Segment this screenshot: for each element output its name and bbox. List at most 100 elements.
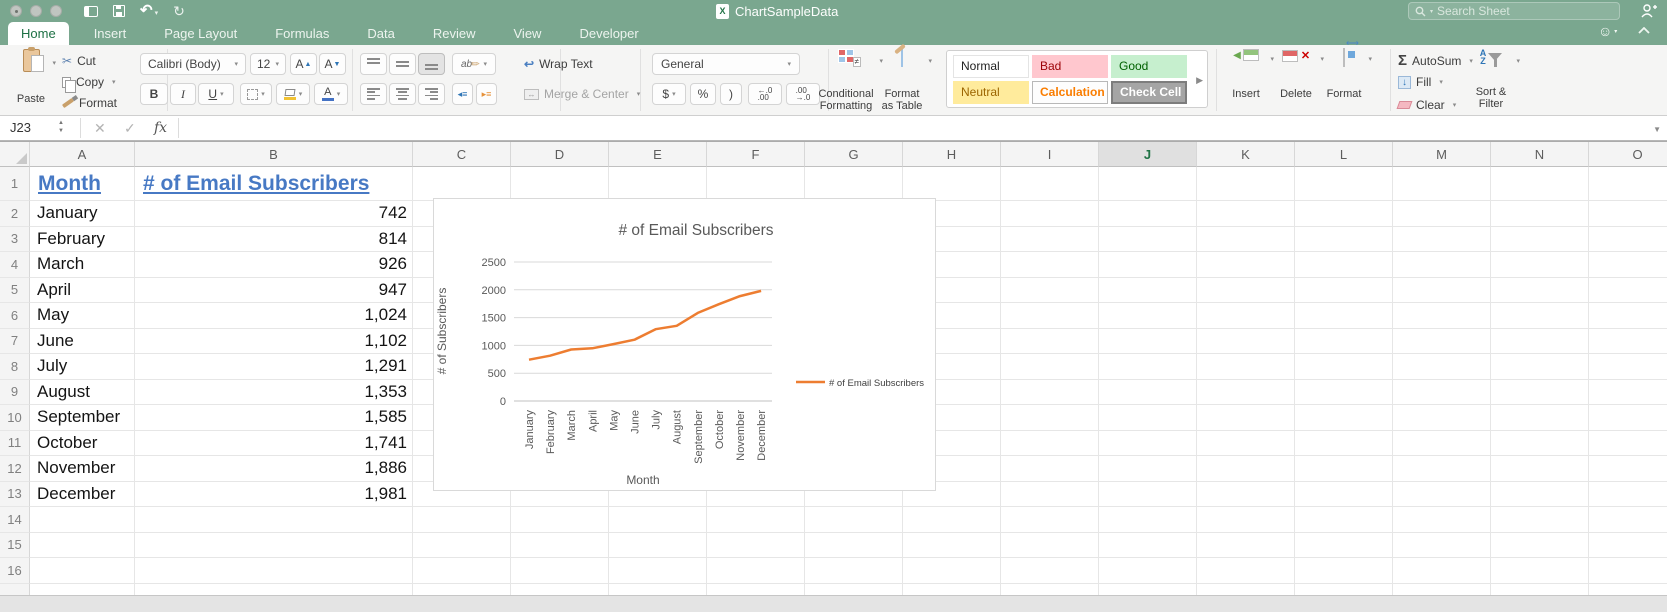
cell-K10[interactable] bbox=[1197, 405, 1295, 431]
cell-L10[interactable] bbox=[1295, 405, 1393, 431]
cell-F1[interactable] bbox=[707, 167, 805, 201]
row-header-3[interactable]: 3 bbox=[0, 226, 30, 252]
cell-A11[interactable]: October bbox=[30, 430, 135, 456]
fill-button[interactable]: ↓ Fill ▾ bbox=[1398, 75, 1443, 89]
format-painter-button[interactable]: Format bbox=[61, 96, 117, 110]
cell-B15[interactable] bbox=[135, 532, 413, 558]
tab-data[interactable]: Data bbox=[354, 22, 407, 45]
cell-O17[interactable] bbox=[1589, 583, 1667, 595]
style-bad[interactable]: Bad bbox=[1032, 55, 1108, 78]
cell-E1[interactable] bbox=[609, 167, 707, 201]
cancel-icon[interactable]: ✕ bbox=[94, 116, 106, 140]
cell-O16[interactable] bbox=[1589, 558, 1667, 584]
cell-B16[interactable] bbox=[135, 558, 413, 584]
cell-N8[interactable] bbox=[1491, 354, 1589, 380]
style-good[interactable]: Good bbox=[1111, 55, 1187, 78]
column-header-A[interactable]: A bbox=[30, 142, 135, 167]
font-name-select[interactable]: Calibri (Body) ▾ bbox=[140, 53, 246, 75]
cell-I10[interactable] bbox=[1001, 405, 1099, 431]
cell-C17[interactable] bbox=[413, 583, 511, 595]
cell-K13[interactable] bbox=[1197, 481, 1295, 507]
embedded-chart[interactable]: 0 500 1000 1500 2000 2500 January February March… bbox=[433, 198, 936, 491]
row-header-8[interactable]: 8 bbox=[0, 354, 30, 380]
collapse-ribbon-icon[interactable] bbox=[1638, 27, 1650, 34]
cell-D16[interactable] bbox=[511, 558, 609, 584]
cell-I12[interactable] bbox=[1001, 456, 1099, 482]
cell-C15[interactable] bbox=[413, 532, 511, 558]
cell-A8[interactable]: July bbox=[30, 354, 135, 380]
currency-format-button[interactable]: $ ▾ bbox=[652, 83, 686, 105]
save-icon[interactable] bbox=[113, 5, 125, 17]
delete-cells-button[interactable]: ✕ ▾ Delete bbox=[1272, 49, 1324, 100]
cell-O5[interactable] bbox=[1589, 277, 1667, 303]
cell-K7[interactable] bbox=[1197, 328, 1295, 354]
enter-icon[interactable]: ✓ bbox=[124, 116, 136, 140]
formula-input[interactable] bbox=[182, 116, 1642, 140]
cell-K17[interactable] bbox=[1197, 583, 1295, 595]
cell-L13[interactable] bbox=[1295, 481, 1393, 507]
minimize-window-button[interactable] bbox=[30, 5, 42, 17]
cell-B12[interactable]: 1,886 bbox=[135, 456, 413, 482]
column-header-H[interactable]: H bbox=[903, 142, 1001, 167]
cell-A9[interactable]: August bbox=[30, 379, 135, 405]
cell-M12[interactable] bbox=[1393, 456, 1491, 482]
row-header-12[interactable]: 12 bbox=[0, 456, 30, 482]
cell-J4[interactable] bbox=[1099, 252, 1197, 278]
cell-A13[interactable]: December bbox=[30, 481, 135, 507]
undo-dropdown-caret[interactable]: ▾ bbox=[155, 10, 159, 17]
cell-L17[interactable] bbox=[1295, 583, 1393, 595]
copy-button[interactable]: Copy ▾ bbox=[62, 75, 116, 93]
comma-format-button[interactable]: ) bbox=[720, 83, 742, 105]
cell-L5[interactable] bbox=[1295, 277, 1393, 303]
cell-A6[interactable]: May bbox=[30, 303, 135, 329]
cut-button[interactable]: ✂ Cut bbox=[62, 54, 96, 68]
cell-A17[interactable] bbox=[30, 583, 135, 595]
cell-G1[interactable] bbox=[805, 167, 903, 201]
cell-O2[interactable] bbox=[1589, 201, 1667, 227]
cell-E16[interactable] bbox=[609, 558, 707, 584]
cell-M6[interactable] bbox=[1393, 303, 1491, 329]
align-left-button[interactable] bbox=[360, 83, 387, 105]
cell-L14[interactable] bbox=[1295, 507, 1393, 533]
cell-O3[interactable] bbox=[1589, 226, 1667, 252]
tab-formulas[interactable]: Formulas bbox=[262, 22, 342, 45]
cell-N1[interactable] bbox=[1491, 167, 1589, 201]
row-header-13[interactable]: 13 bbox=[0, 481, 30, 507]
cell-D1[interactable] bbox=[511, 167, 609, 201]
paste-dropdown-caret[interactable]: ▾ bbox=[52, 59, 56, 67]
cell-I6[interactable] bbox=[1001, 303, 1099, 329]
cell-J3[interactable] bbox=[1099, 226, 1197, 252]
cell-H16[interactable] bbox=[903, 558, 1001, 584]
column-header-E[interactable]: E bbox=[609, 142, 707, 167]
column-header-D[interactable]: D bbox=[511, 142, 609, 167]
underline-button[interactable]: U ▾ bbox=[198, 83, 234, 105]
column-header-L[interactable]: L bbox=[1295, 142, 1393, 167]
cell-L7[interactable] bbox=[1295, 328, 1393, 354]
align-middle-button[interactable] bbox=[389, 53, 416, 75]
insert-cells-button[interactable]: ◀ ▾ Insert bbox=[1222, 49, 1274, 100]
cell-B8[interactable]: 1,291 bbox=[135, 354, 413, 380]
cell-I14[interactable] bbox=[1001, 507, 1099, 533]
cell-O8[interactable] bbox=[1589, 354, 1667, 380]
cell-F14[interactable] bbox=[707, 507, 805, 533]
align-top-button[interactable] bbox=[360, 53, 387, 75]
share-icon[interactable] bbox=[1640, 3, 1657, 18]
row-header-1[interactable]: 1 bbox=[0, 167, 30, 201]
close-window-button[interactable] bbox=[10, 5, 22, 17]
cell-N10[interactable] bbox=[1491, 405, 1589, 431]
cell-D17[interactable] bbox=[511, 583, 609, 595]
cell-K6[interactable] bbox=[1197, 303, 1295, 329]
column-header-K[interactable]: K bbox=[1197, 142, 1295, 167]
cell-A5[interactable]: April bbox=[30, 277, 135, 303]
decrease-indent-button[interactable]: ◂≡ bbox=[452, 83, 473, 105]
cell-H17[interactable] bbox=[903, 583, 1001, 595]
cell-J14[interactable] bbox=[1099, 507, 1197, 533]
toggle-sidebar-icon[interactable] bbox=[84, 5, 98, 17]
search-scope-caret[interactable]: ▾ bbox=[1430, 8, 1433, 15]
cell-N12[interactable] bbox=[1491, 456, 1589, 482]
row-header-10[interactable]: 10 bbox=[0, 405, 30, 431]
cell-H15[interactable] bbox=[903, 532, 1001, 558]
cell-N4[interactable] bbox=[1491, 252, 1589, 278]
insert-function-icon[interactable]: fx bbox=[154, 116, 167, 140]
cell-I17[interactable] bbox=[1001, 583, 1099, 595]
